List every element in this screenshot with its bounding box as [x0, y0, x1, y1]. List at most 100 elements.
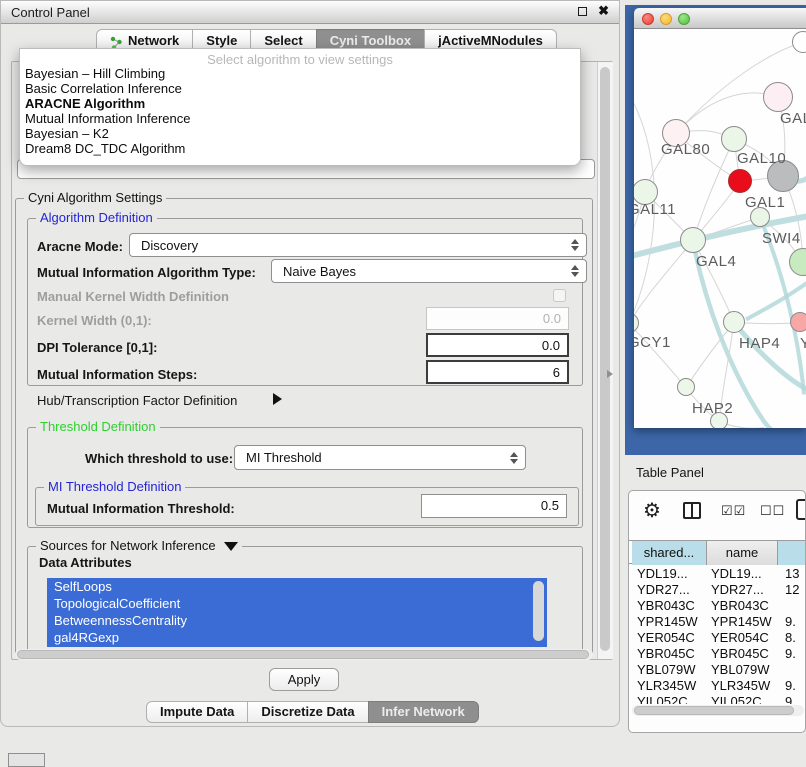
manual-kernel-checkbox[interactable] [553, 289, 566, 302]
cell: YDR27... [637, 581, 703, 598]
cell: 9. [785, 645, 806, 662]
node-label: GAL80 [661, 141, 710, 158]
network-window-titlebar[interactable] [634, 8, 806, 29]
table-row[interactable]: YBL079W YBL079W [629, 661, 806, 677]
menu-item-bayesian-hill[interactable]: Bayesian – Hill Climbing [25, 66, 165, 81]
network-node[interactable] [723, 311, 745, 333]
select-all-icon[interactable]: ☑☑ [721, 503, 746, 519]
close-traffic-light-icon[interactable] [642, 13, 654, 25]
table-row[interactable]: YDL19... YDL19... 13 [629, 565, 806, 581]
which-threshold-select[interactable]: MI Threshold [234, 445, 526, 470]
columns-icon[interactable] [683, 502, 701, 519]
minimize-traffic-light-icon[interactable] [660, 13, 672, 25]
cell [785, 661, 806, 678]
menu-item-mutual-information[interactable]: Mutual Information Inference [25, 111, 190, 126]
menu-item-aracne[interactable]: ARACNE Algorithm [25, 96, 145, 111]
kernel-width-label: Kernel Width (0,1): [37, 313, 152, 328]
tab-impute-data[interactable]: Impute Data [146, 701, 248, 723]
table-row[interactable]: YDR27... YDR27... 12 [629, 581, 806, 597]
menu-item-dream8[interactable]: Dream8 DC_TDC Algorithm [25, 141, 185, 156]
mi-type-label: Mutual Information Algorithm Type: [37, 265, 256, 280]
settings-vertical-scrollbar-thumb[interactable] [600, 67, 610, 651]
node-label: SWI4 [762, 230, 801, 247]
list-item[interactable]: BetweennessCentrality [47, 612, 547, 629]
network-node[interactable] [790, 312, 806, 332]
kernel-width-field[interactable]: 0.0 [426, 307, 569, 330]
table-horizontal-scrollbar[interactable] [632, 705, 804, 716]
settings-horizontal-scrollbar-thumb[interactable] [17, 650, 589, 659]
table-panel-title: Table Panel [636, 465, 704, 480]
tab-discretize-data[interactable]: Discretize Data [247, 701, 368, 723]
cell: YLR345W [637, 677, 703, 694]
hub-definition-label[interactable]: Hub/Transcription Factor Definition [37, 393, 237, 408]
mi-steps-label: Mutual Information Steps: [37, 367, 197, 382]
control-panel-titlebar[interactable]: Control Panel ✖ [1, 1, 619, 24]
mi-type-select[interactable]: Naive Bayes [271, 259, 587, 283]
algorithm-placeholder: Select algorithm to view settings [20, 52, 580, 67]
network-node[interactable] [721, 126, 747, 152]
cell: YBL079W [637, 661, 703, 678]
table-row[interactable]: YBR045C YBR045C 9. [629, 645, 806, 661]
table-row[interactable]: YLR345W YLR345W 9. [629, 677, 806, 693]
apply-button[interactable]: Apply [269, 668, 339, 691]
dpi-tolerance-field[interactable]: 0.0 [426, 333, 569, 357]
menu-item-bayesian-k2[interactable]: Bayesian – K2 [25, 126, 109, 141]
zoom-traffic-light-icon[interactable] [678, 13, 690, 25]
list-item[interactable]: TopologicalCoefficient [47, 595, 547, 612]
aracne-mode-value: Discovery [141, 238, 198, 253]
network-canvas[interactable]: GAL GAL80 GAL10 GAL1 GAL11 SWI4 GAL4 GCY… [634, 29, 806, 428]
network-node[interactable] [763, 82, 793, 112]
float-icon[interactable] [578, 7, 587, 16]
table-row[interactable]: YER054C YER054C 8. [629, 629, 806, 645]
spinner-arrows-icon [571, 239, 579, 251]
settings-vertical-scrollbar[interactable] [597, 62, 613, 659]
cell: YDL19... [637, 565, 703, 582]
network-icon [110, 34, 123, 48]
spinner-arrows-icon [510, 452, 518, 464]
mi-steps-field[interactable]: 6 [426, 360, 569, 384]
network-node[interactable] [680, 227, 706, 253]
cell: YER054C [711, 629, 775, 646]
cell: YER054C [637, 629, 703, 646]
splitter-grip[interactable] [607, 370, 613, 378]
manual-kernel-label: Manual Kernel Width Definition [37, 289, 229, 304]
cell: 13 [785, 565, 806, 582]
data-attributes-list[interactable]: SelfLoops TopologicalCoefficient Between… [47, 578, 547, 647]
tab-infer-network[interactable]: Infer Network [368, 701, 479, 723]
algorithm-dropdown-popup: Select algorithm to view settings Bayesi… [19, 48, 581, 166]
cell: YPR145W [711, 613, 775, 630]
menu-item-basic-correlation[interactable]: Basic Correlation Inference [25, 81, 182, 96]
expand-right-icon[interactable] [273, 393, 282, 405]
attributes-scrollbar-thumb[interactable] [533, 581, 544, 641]
network-node[interactable] [677, 378, 695, 396]
table-row[interactable]: YPR145W YPR145W 9. [629, 613, 806, 629]
spinner-arrows-icon [571, 265, 579, 277]
collapse-down-icon [224, 542, 238, 551]
column-header-partial[interactable] [778, 541, 806, 565]
mi-threshold-field[interactable]: 0.5 [421, 494, 567, 518]
table-horizontal-scrollbar-thumb[interactable] [634, 706, 794, 715]
cell: YBL079W [711, 661, 775, 678]
bottom-left-partial-button[interactable] [8, 753, 45, 767]
panel-icon[interactable] [796, 499, 806, 520]
column-header-shared-name[interactable]: shared... [632, 541, 707, 565]
column-header-name[interactable]: name [707, 541, 778, 565]
network-window: GAL GAL80 GAL10 GAL1 GAL11 SWI4 GAL4 GCY… [634, 8, 806, 428]
deselect-all-icon[interactable]: ☐☐ [760, 503, 785, 519]
cell: YBR043C [637, 597, 703, 614]
data-attributes-label: Data Attributes [39, 555, 132, 570]
sources-group-title-text: Sources for Network Inference [40, 538, 216, 553]
close-icon[interactable]: ✖ [598, 3, 609, 19]
table-row[interactable]: YBR043C YBR043C [629, 597, 806, 613]
cell: 12 [785, 581, 806, 598]
aracne-mode-select[interactable]: Discovery [129, 233, 587, 257]
gear-icon[interactable]: ⚙ [643, 498, 661, 523]
list-item[interactable]: SelfLoops [47, 578, 547, 595]
network-node-selected[interactable] [728, 169, 752, 193]
sources-group-title[interactable]: Sources for Network Inference [36, 538, 242, 553]
table-row[interactable]: YIL052C YIL052C 9 [629, 693, 806, 704]
settings-horizontal-scrollbar[interactable] [15, 649, 593, 660]
cell: YLR345W [711, 677, 775, 694]
tab-impute-data-label: Impute Data [160, 701, 234, 723]
list-item[interactable]: gal4RGexp [47, 629, 547, 646]
